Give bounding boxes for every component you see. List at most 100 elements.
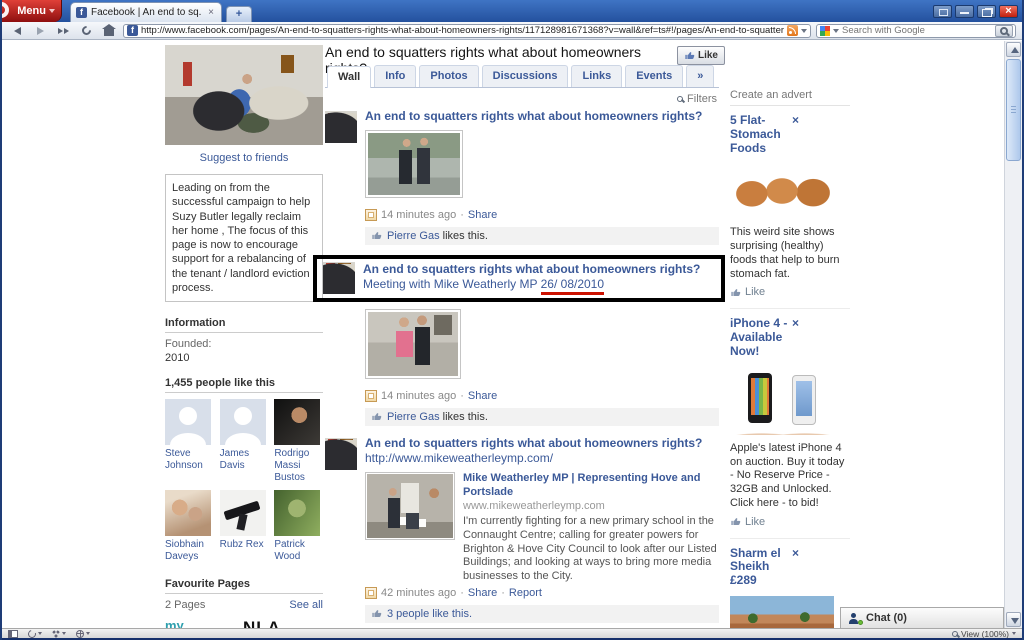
link-preview-title[interactable]: Mike Weatherley MP | Representing Hove a… xyxy=(463,472,719,500)
see-all-link[interactable]: See all xyxy=(289,599,323,611)
post-author-link[interactable]: An end to squatters rights what about ho… xyxy=(363,262,700,276)
tab-photos[interactable]: Photos xyxy=(419,65,478,87)
advert-title-link[interactable]: 5 Flat-Stomach Foods xyxy=(730,114,788,155)
person-name[interactable]: Patrick Wood xyxy=(274,539,305,562)
person-name[interactable]: Steve Johnson xyxy=(165,448,203,471)
post-avatar[interactable] xyxy=(325,111,357,143)
vertical-scrollbar[interactable] xyxy=(1004,41,1022,628)
share-link[interactable]: Share xyxy=(468,390,497,402)
advert-image-iphones[interactable] xyxy=(730,367,834,435)
person-name[interactable]: James Davis xyxy=(220,448,249,471)
advert-image-eggs[interactable] xyxy=(730,163,834,219)
search-input[interactable] xyxy=(842,25,992,36)
list-item[interactable]: James Davis xyxy=(220,399,269,484)
tab-info[interactable]: Info xyxy=(374,65,416,87)
tab-discussions[interactable]: Discussions xyxy=(482,65,569,87)
panels-toggle-icon[interactable] xyxy=(8,630,18,638)
link-preview[interactable]: Mike Weatherley MP | Representing Hove a… xyxy=(365,472,719,584)
create-advert-link[interactable]: Create an advert xyxy=(730,89,850,106)
share-link[interactable]: Share xyxy=(468,587,497,599)
avatar[interactable] xyxy=(220,399,266,445)
nla-logo[interactable]: NLA NATIONA LANDLORD xyxy=(243,619,309,628)
toolbar-customize-icon[interactable] xyxy=(933,5,952,18)
advert-title-link[interactable]: Sharm el Sheikh £289 xyxy=(730,547,788,588)
avatar[interactable] xyxy=(165,490,211,536)
new-tab-button[interactable] xyxy=(226,6,252,22)
tab-wall[interactable]: Wall xyxy=(327,66,371,88)
page-like-button[interactable]: Like xyxy=(677,46,725,65)
page-profile-photo[interactable] xyxy=(165,45,323,145)
address-bar[interactable] xyxy=(123,24,811,38)
home-button[interactable] xyxy=(100,24,118,38)
rss-icon[interactable] xyxy=(787,25,798,36)
advert: Sharm el Sheikh £289 Fancy a 7-night all… xyxy=(730,539,850,628)
share-link[interactable]: Share xyxy=(468,209,497,221)
person-name[interactable]: Siobhain Daveys xyxy=(165,539,204,562)
scroll-up-button[interactable] xyxy=(1006,42,1021,57)
browser-tab-facebook[interactable]: Facebook | An end to sq... xyxy=(70,2,222,22)
liker-link[interactable]: Pierre Gas xyxy=(387,230,440,242)
photo-two-men xyxy=(368,133,460,195)
advert-title-link[interactable]: iPhone 4 - Available Now! xyxy=(730,317,788,358)
person-name[interactable]: Rubz Rex xyxy=(220,539,264,550)
chat-bar[interactable]: Chat (0) xyxy=(840,607,1004,628)
back-button[interactable] xyxy=(8,24,26,38)
suggest-to-friends-link[interactable]: Suggest to friends xyxy=(165,145,323,174)
mydeposits-logo[interactable]: my deposits co.uk xyxy=(165,619,231,628)
list-item[interactable]: Patrick Wood xyxy=(274,490,323,563)
scrollbar-thumb[interactable] xyxy=(1006,59,1021,161)
address-dropdown-icon[interactable] xyxy=(801,29,807,33)
close-tab-icon[interactable] xyxy=(206,7,216,18)
liker-link[interactable]: Pierre Gas xyxy=(387,411,440,423)
search-engine-dropdown-icon[interactable] xyxy=(833,29,839,33)
turbo-control[interactable] xyxy=(76,630,90,638)
restore-button[interactable] xyxy=(977,5,996,18)
minimize-button[interactable] xyxy=(955,5,974,18)
unite-control[interactable] xyxy=(52,630,66,638)
url-input[interactable] xyxy=(141,25,784,36)
list-item[interactable]: Rodrigo Massi Bustos xyxy=(274,399,323,484)
avatar[interactable] xyxy=(274,490,320,536)
fast-forward-button[interactable] xyxy=(54,24,72,38)
close-advert-icon[interactable] xyxy=(788,547,850,561)
list-item[interactable]: Rubz Rex xyxy=(220,490,269,563)
web-search-box[interactable] xyxy=(816,24,1016,38)
close-button[interactable] xyxy=(999,5,1018,18)
opera-menu-button[interactable]: Menu xyxy=(2,0,62,22)
avatar[interactable] xyxy=(165,399,211,445)
view-zoom-control[interactable]: View (100%) xyxy=(952,629,1016,639)
advert-image-resort[interactable] xyxy=(730,596,834,628)
likers-link[interactable]: 3 people like this. xyxy=(387,608,472,620)
advert-like-button[interactable]: Like xyxy=(730,286,850,298)
report-link[interactable]: Report xyxy=(509,587,542,599)
post-text: Meeting with Mike Weatherly MP xyxy=(363,277,541,291)
forward-button[interactable] xyxy=(31,24,49,38)
avatar[interactable] xyxy=(274,399,320,445)
list-item[interactable]: Steve Johnson xyxy=(165,399,214,484)
person-name[interactable]: Rodrigo Massi Bustos xyxy=(274,448,309,483)
tab-more[interactable]: » xyxy=(686,65,714,87)
advert-like-button[interactable]: Like xyxy=(730,516,850,528)
sync-control[interactable] xyxy=(28,630,42,638)
link-thumbnail[interactable] xyxy=(365,472,455,540)
search-go-button[interactable] xyxy=(995,25,1013,37)
list-item[interactable]: NLA NATIONA LANDLORD National Landlords … xyxy=(243,619,309,628)
list-item[interactable]: my deposits co.uk Tenants: how to get yo… xyxy=(165,619,231,628)
post-avatar[interactable] xyxy=(323,262,355,294)
filters-control[interactable]: Filters xyxy=(325,88,719,109)
close-advert-icon[interactable] xyxy=(788,317,850,331)
close-advert-icon[interactable] xyxy=(788,114,850,128)
tab-events[interactable]: Events xyxy=(625,65,683,87)
post-author-link[interactable]: An end to squatters rights what about ho… xyxy=(365,436,702,450)
avatar[interactable] xyxy=(220,490,266,536)
post-url-link[interactable]: http://www.mikeweatherleymp.com/ xyxy=(365,451,553,465)
post-photo[interactable] xyxy=(365,309,461,379)
post-photo[interactable] xyxy=(365,130,463,198)
list-item[interactable]: Siobhain Daveys xyxy=(165,490,214,563)
black-iphone xyxy=(748,373,772,423)
post-author-link[interactable]: An end to squatters rights what about ho… xyxy=(365,109,702,123)
reload-button[interactable] xyxy=(77,24,95,38)
scroll-down-button[interactable] xyxy=(1006,612,1021,627)
tab-links[interactable]: Links xyxy=(571,65,622,87)
post-avatar[interactable] xyxy=(325,438,357,470)
